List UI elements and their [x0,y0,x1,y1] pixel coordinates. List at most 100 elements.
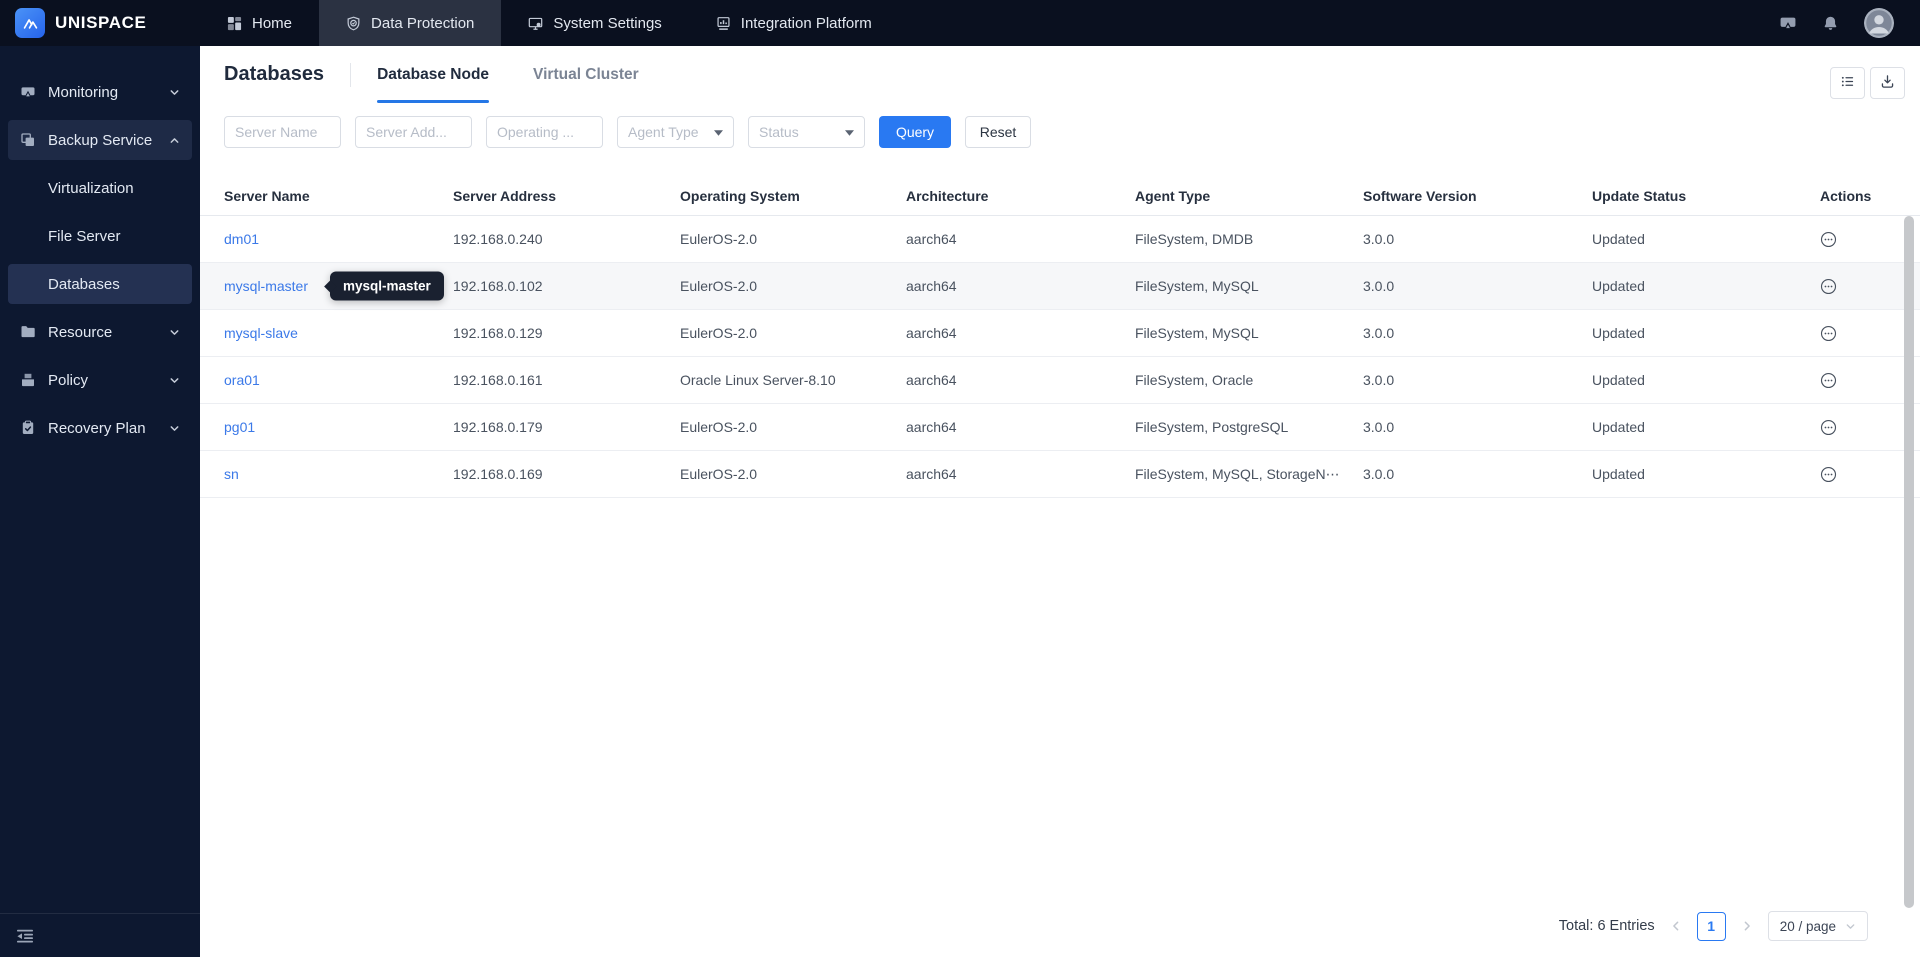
reset-button[interactable]: Reset [965,116,1031,148]
sidebar-item-label: Policy [48,371,89,389]
row-actions-button[interactable] [1820,419,1896,436]
architecture-cell: aarch64 [906,278,957,294]
top-tab-label: Home [252,14,293,32]
column-header: Server Address [453,187,556,204]
sidebar-item-virtualization[interactable]: Virtualization [8,168,192,208]
update-status-cell: Updated [1592,372,1645,388]
agent-type-select[interactable]: Agent Type [617,116,734,148]
table-row: mysql-master 192.168.0.102 EulerOS-2.0 a… [200,263,1920,310]
status-select[interactable]: Status [748,116,865,148]
brand[interactable]: UNISPACE [0,0,200,46]
server-name-input[interactable] [224,116,341,148]
tab-virtual-cluster[interactable]: Virtual Cluster [533,46,639,103]
top-tab-home[interactable]: Home [200,0,319,46]
collapse-sidebar-icon[interactable] [16,928,34,944]
top-tab-label: System Settings [553,14,662,32]
architecture-cell: aarch64 [906,372,957,388]
filter-bar: Agent Type Status Query Reset [200,116,1920,148]
circle-ellipsis-icon [1820,466,1837,482]
bell-icon[interactable] [1822,15,1839,32]
server-address-cell: 192.168.0.169 [453,466,543,482]
prev-page-button[interactable] [1670,920,1682,932]
architecture-cell: aarch64 [906,466,957,482]
column-settings-button[interactable] [1830,67,1865,99]
row-actions-button[interactable] [1820,278,1896,295]
copy-icon [20,132,36,148]
sidebar: Monitoring Backup Service Virtualization… [0,46,200,957]
chevron-right-icon [1744,921,1750,931]
sidebar-item-file-server[interactable]: File Server [8,216,192,256]
update-status-cell: Updated [1592,231,1645,247]
software-version-cell: 3.0.0 [1363,325,1395,341]
tab-database-node[interactable]: Database Node [377,46,489,103]
page-size-select[interactable]: 20 / page [1767,911,1868,941]
operating-system-input[interactable] [486,116,603,148]
os-cell: EulerOS-2.0 [680,325,758,341]
sidebar-item-policy[interactable]: Policy [8,360,192,400]
agent-type-cell: FileSystem, DMDB [1135,231,1254,247]
server-name-link[interactable]: dm01 [224,231,453,247]
row-actions-button[interactable] [1820,231,1896,248]
sidebar-item-backup-service[interactable]: Backup Service [8,120,192,160]
sidebar-item-databases[interactable]: Databases [8,264,192,304]
circle-ellipsis-icon [1820,325,1837,341]
export-button[interactable] [1870,67,1905,99]
sidebar-item-label: Databases [48,275,120,293]
chevron-up-icon [169,135,180,146]
circle-ellipsis-icon [1820,278,1837,294]
query-button[interactable]: Query [879,116,951,148]
next-page-button[interactable] [1741,920,1753,932]
page-header: Databases Database Node Virtual Cluster [200,46,1920,103]
vertical-scrollbar[interactable] [1904,216,1914,908]
sidebar-item-recovery-plan[interactable]: Recovery Plan [8,408,192,448]
screen-share-icon[interactable] [1779,14,1797,32]
server-name-link[interactable]: sn [224,466,453,482]
top-tab-system-settings[interactable]: System Settings [501,0,688,46]
column-header: Update Status [1592,187,1687,204]
sidebar-item-monitoring[interactable]: Monitoring [8,72,192,112]
pagination-total: Total: 6 Entries [1558,918,1655,934]
software-version-cell: 3.0.0 [1363,372,1395,388]
sidebar-item-label: Monitoring [48,83,119,101]
agent-type-cell: FileSystem, MySQL [1135,278,1259,294]
download-icon [1880,74,1895,92]
row-actions-button[interactable] [1820,325,1896,342]
row-actions-button[interactable] [1820,466,1896,483]
row-actions-button[interactable] [1820,372,1896,389]
chevron-left-icon [1672,921,1679,931]
architecture-cell: aarch64 [906,325,957,341]
table-row: ora01 192.168.0.161 Oracle Linux Server-… [200,357,1920,404]
update-status-cell: Updated [1592,419,1645,435]
top-tab-label: Integration Platform [740,14,872,32]
unispace-logo-icon [15,8,45,38]
chevron-down-icon [1845,921,1856,932]
update-status-cell: Updated [1592,466,1645,482]
server-name-link[interactable]: pg01 [224,419,453,435]
circle-ellipsis-icon [1820,372,1837,388]
page-number-button[interactable]: 1 [1696,911,1726,941]
list-icon [1840,74,1855,92]
chevron-down-icon [169,375,180,386]
page-tabs: Database Node Virtual Cluster [377,46,639,103]
sidebar-nav: Monitoring Backup Service Virtualization… [0,46,200,448]
top-nav: Home Data Protection System Settings Int… [200,0,899,46]
chart-box-icon [716,16,731,31]
os-cell: Oracle Linux Server-8.10 [680,372,836,388]
software-version-cell: 3.0.0 [1363,466,1395,482]
chevron-down-icon [169,423,180,434]
top-tab-integration-platform[interactable]: Integration Platform [689,0,899,46]
server-address-cell: 192.168.0.129 [453,325,543,341]
sidebar-item-resource[interactable]: Resource [8,312,192,352]
table-header-row: Server Name Server Address Operating Sys… [200,176,1920,216]
server-address-cell: 192.168.0.161 [453,372,543,388]
top-tab-data-protection[interactable]: Data Protection [319,0,502,46]
server-address-input[interactable] [355,116,472,148]
server-name-link[interactable]: ora01 [224,372,453,388]
avatar[interactable] [1864,8,1894,38]
server-address-cell: 192.168.0.240 [453,231,543,247]
agent-type-cell: FileSystem, MySQL, StorageN⋯ [1135,465,1340,482]
server-name-link[interactable]: mysql-slave [224,325,453,341]
page-title: Databases [224,63,325,85]
circle-ellipsis-icon [1820,419,1837,435]
sidebar-item-label: File Server [48,227,121,245]
